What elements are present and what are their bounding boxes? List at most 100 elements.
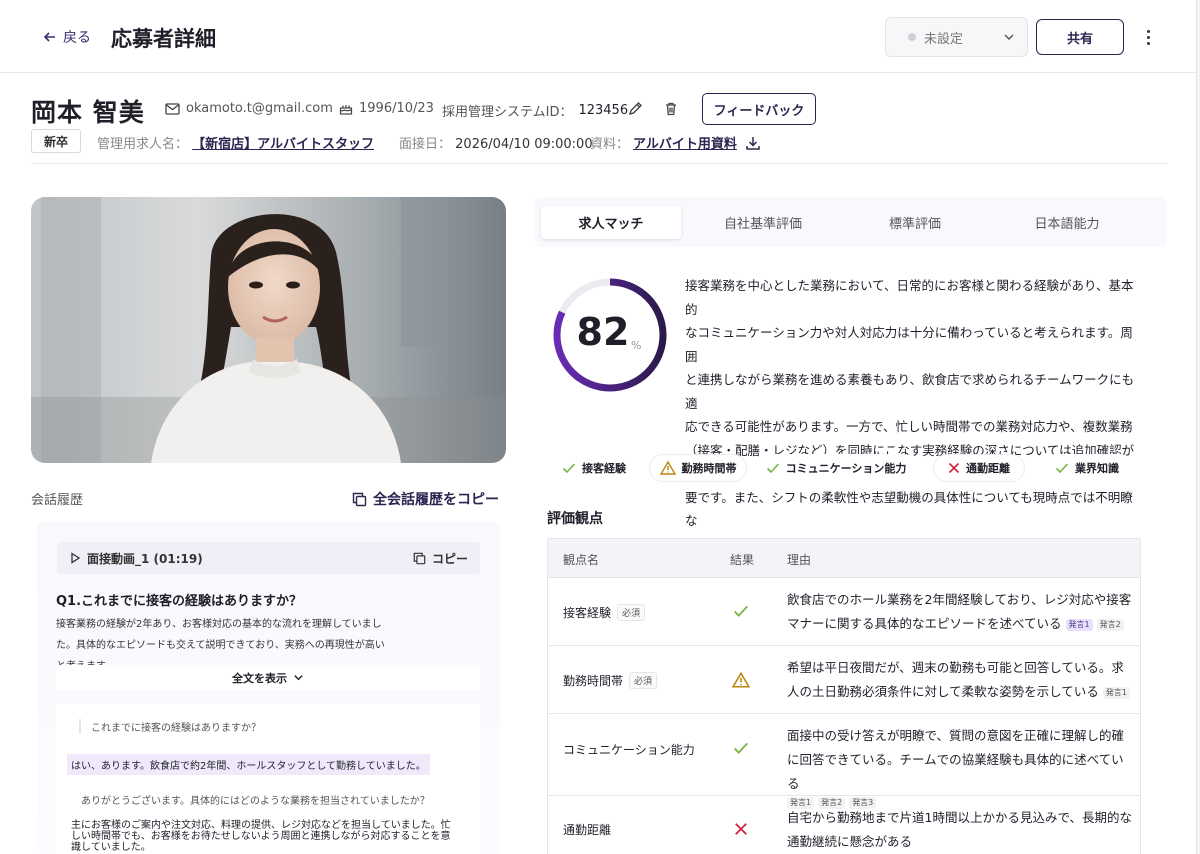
criterion-label: 通勤距離 (563, 823, 612, 837)
criterion-label: コミュニケーション能力 (563, 743, 695, 757)
trash-icon[interactable] (662, 100, 680, 118)
share-button[interactable]: 共有 (1036, 19, 1124, 55)
table-row: 勤務時間帯 必須 希望は平日夜間だが、週末の勤務も可能と回答している。求 人の土… (548, 646, 1140, 714)
system-id-value: 123456 (578, 103, 629, 118)
table-row: コミュニケーション能力 面接中の受け答えが明瞭で、質問の意図を正確に理解し的確 … (548, 714, 1140, 809)
conversation-panel: 面接動画_1 (01:19) コピー Q1.これまでに接客の経験はありますか？ … (37, 522, 500, 854)
back-button[interactable]: 戻る (43, 27, 91, 47)
table-row: 接客経験 必須 飲食店でのホール業務を2年間経験しており、レジ対応や接客 マナー… (548, 578, 1140, 646)
header-result: 結果 (730, 553, 755, 567)
window-edge (1196, 0, 1200, 854)
material-row: 資料： アルバイト用資料 (590, 133, 761, 152)
reason-line: 人の土日勤務必須条件に対して柔軟な姿勢を示している (787, 684, 1099, 699)
criterion-name: 勤務時間帯 必須 (563, 672, 658, 689)
candidate-photo (31, 197, 506, 463)
criterion-name: 接客経験 必須 (563, 604, 646, 621)
copy-icon (352, 492, 367, 506)
reason-line: マナーに関する具体的なエピソードを述べている (787, 616, 1062, 631)
candidate-birthdate: 1996/10/23 (339, 101, 434, 116)
score-value: 82 (576, 310, 630, 354)
candidate-tag: 新卒 (31, 129, 81, 153)
birthdate-text: 1996/10/23 (359, 101, 434, 116)
match-summary-line: 応できる可能性があります。一方で、忙しい時間帯での業務対応力や、複数業務 (685, 419, 1133, 434)
copy-label: コピー (431, 551, 468, 566)
job-label: 管理用求人名： (97, 137, 189, 152)
utterance-ref[interactable]: 発言2 (1096, 618, 1124, 631)
match-summary: 接客業務を中心とした業務において、日常的にお客様と関わる経験があり、基本的 なコ… (685, 274, 1139, 556)
header-reason: 理由 (787, 553, 812, 567)
edit-icon[interactable] (626, 100, 644, 118)
reason-line: 通勤継続に懸念がある (787, 834, 913, 849)
download-icon[interactable] (745, 136, 761, 150)
job-name-link[interactable]: 【新宿店】アルバイトスタッフ (192, 137, 374, 152)
video-bar[interactable]: 面接動画_1 (01:19) コピー (57, 542, 480, 574)
utterance-ref[interactable]: 発言1 (1102, 686, 1130, 699)
tab-japanese-ability[interactable]: 日本語能力 (997, 206, 1137, 239)
status-select[interactable]: 未設定 (885, 17, 1028, 57)
transcript-answer-line: 識していました。 (71, 842, 151, 853)
check-icon (562, 463, 576, 474)
arrow-left-icon (43, 32, 55, 42)
candidate-email: okamoto.t@gmail.com (165, 101, 333, 116)
tab-company-criteria[interactable]: 自社基準評価 (693, 206, 833, 239)
conversation-title: 会話履歴 (31, 493, 84, 508)
app-header: 戻る 応募者詳細 未設定 共有 (0, 0, 1197, 73)
reason-line: 希望は平日夜間だが、週末の勤務も可能と回答している。求 (787, 660, 1124, 675)
material-link[interactable]: アルバイト用資料 (633, 133, 737, 152)
system-id: 採用管理システムID： 123456 (442, 101, 628, 120)
score-unit: % (631, 339, 642, 352)
transcript: これまでに接客の経験はありますか？ はい、あります。飲食店で約2年間、ホールスタ… (56, 704, 480, 854)
chip-label: 業界知識 (1075, 462, 1119, 475)
table-row: 通勤距離 自宅から勤務地まで片道1時間以上かかる見込みで、長期的な 通勤継続に懸… (548, 796, 1140, 854)
chevron-down-icon (1004, 34, 1014, 41)
criterion-name: 通勤距離 (563, 821, 611, 838)
chip-label: 勤務時間帯 (681, 462, 737, 475)
utterance-ref[interactable]: 発言1 (1065, 618, 1093, 631)
match-summary-line: 接客業務を中心とした業務において、日常的にお客様と関わる経験があり、基本的 (685, 278, 1134, 317)
header-name: 観点名 (563, 553, 600, 567)
copy-button[interactable]: コピー (413, 550, 468, 567)
chip-label: 通勤距離 (966, 462, 1010, 475)
reason-line: 自宅から勤務地まで片道1時間以上かかる見込みで、長期的な (787, 810, 1132, 825)
transcript-question: これまでに接客の経験はありますか？ (79, 719, 261, 734)
interview-date-row: 面接日： 2026/04/10 09:00:00 (399, 133, 593, 152)
reason-line: 飲食店でのホール業務を2年間経験しており、レジ対応や接客 (787, 592, 1132, 607)
candidate-name: 岡本 智美 (31, 98, 145, 127)
question-title: Q1.これまでに接客の経験はありますか？ (56, 594, 303, 609)
play-icon[interactable] (69, 552, 81, 564)
reason-line: に回答できている。チームでの協業経験も具体的に述べている (787, 752, 1124, 791)
evaluation-table: 観点名 結果 理由 接客経験 必須 飲食店でのホール業務を2年間経験しており、レ… (547, 538, 1141, 854)
criterion-reason: 自宅から勤務地まで片道1時間以上かかる見込みで、長期的な 通勤継続に懸念がある (787, 806, 1132, 854)
criterion-label: 勤務時間帯 (563, 674, 624, 688)
chip-label: 接客経験 (582, 462, 626, 475)
more-options-icon[interactable] (1140, 26, 1156, 48)
chevron-down-icon (294, 675, 303, 681)
match-summary-line: なコミュニケーション力や対人対応力は十分に備わっていると考えられます。周囲 (685, 325, 1133, 364)
email-text: okamoto.t@gmail.com (186, 101, 333, 116)
evaluation-section-title: 評価観点 (547, 511, 603, 527)
copy-all-button[interactable]: 全会話履歴をコピー (352, 489, 499, 509)
criterion-reason: 飲食店でのホール業務を2年間経験しており、レジ対応や接客 マナーに関する具体的な… (787, 588, 1132, 636)
required-badge: 必須 (629, 672, 658, 689)
warning-icon (731, 670, 751, 690)
page-title: 応募者詳細 (111, 27, 216, 51)
check-icon (731, 738, 751, 758)
tab-standard-evaluation[interactable]: 標準評価 (845, 206, 985, 239)
copy-all-label: 全会話履歴をコピー (373, 492, 499, 508)
check-icon (731, 601, 751, 621)
table-header: 観点名 結果 理由 (548, 539, 1140, 578)
feedback-button[interactable]: フィードバック (702, 93, 816, 125)
criterion-reason: 希望は平日夜間だが、週末の勤務も可能と回答している。求 人の土日勤務必須条件に対… (787, 656, 1132, 704)
system-id-label: 採用管理システムID： (442, 105, 573, 120)
transcript-answer: 主にお客様のご案内や注文対応、料理の提供、レジ対応などを担当していました。忙 し… (71, 820, 471, 853)
criterion-label: 接客経験 (563, 606, 612, 620)
copy-icon (413, 552, 426, 564)
show-full-text-button[interactable]: 全文を表示 (56, 665, 480, 690)
cross-icon (948, 462, 960, 474)
reason-line: 面接中の受け答えが明瞭で、質問の意図を正確に理解し的確 (787, 728, 1125, 743)
interview-label: 面接日： (399, 137, 452, 152)
cross-icon (731, 819, 751, 839)
video-label: 面接動画_1 (01:19) (87, 551, 203, 566)
tab-job-match[interactable]: 求人マッチ (541, 206, 681, 239)
chip-commute-distance: 通勤距離 (933, 454, 1025, 482)
